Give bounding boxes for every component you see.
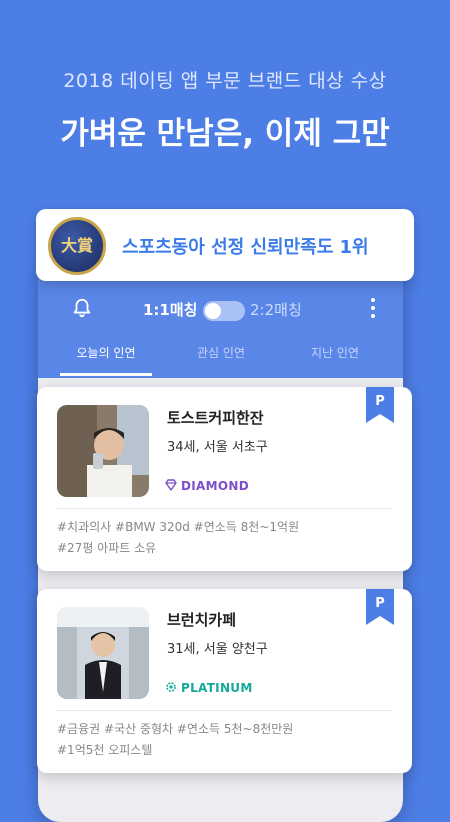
profile-photo[interactable]: [57, 607, 149, 699]
diamond-icon: [165, 479, 177, 491]
profile-tags: #치과의사 #BMW 320d #연소득 8천~1억원 #27평 아파트 소유: [57, 517, 397, 559]
premium-flag: P: [366, 589, 394, 625]
profile-meta: 31세, 서울 양천구: [167, 642, 268, 657]
active-tab-indicator: [60, 373, 152, 376]
match-mode-toggle[interactable]: [203, 301, 245, 321]
profile-card[interactable]: 브런치카페 31세, 서울 양천구 PLATINUM #금융권 #국산 중형차 …: [37, 589, 412, 773]
premium-flag-label: P: [375, 596, 385, 611]
tab-interest[interactable]: 관심 인연: [166, 344, 276, 361]
premium-flag: P: [366, 387, 394, 423]
more-menu-icon[interactable]: [369, 298, 377, 320]
tier-label: DIAMOND: [165, 479, 249, 493]
tags-line: #27평 아파트 소유: [57, 541, 157, 555]
tier-text: DIAMOND: [181, 479, 249, 493]
gear-badge-icon: [166, 682, 176, 692]
tags-line: #1억5천 오피스텔: [57, 743, 153, 757]
match-one-label[interactable]: 1:1매칭: [143, 299, 197, 320]
profile-name: 브런치카페: [167, 611, 237, 629]
premium-flag-label: P: [375, 394, 385, 409]
match-mode-switch: 1:1매칭 2:2매칭: [38, 299, 403, 323]
tags-line: #치과의사 #BMW 320d #연소득 8천~1억원: [57, 520, 300, 534]
tab-past[interactable]: 지난 인연: [280, 344, 390, 361]
medal-label: 大賞: [60, 236, 93, 255]
hero-subtitle: 2018 데이팅 앱 부문 브랜드 대상 수상: [63, 70, 387, 92]
card-divider: [57, 710, 392, 711]
profile-photo[interactable]: [57, 405, 149, 497]
card-divider: [57, 508, 392, 509]
award-medal-icon: 大賞: [48, 217, 106, 275]
tab-today[interactable]: 오늘의 인연: [51, 344, 161, 361]
match-two-label[interactable]: 2:2매칭: [250, 299, 302, 320]
tier-label: PLATINUM: [165, 681, 253, 695]
award-text: 스포츠동아 선정 신뢰만족도 1위: [122, 237, 369, 258]
tier-text: PLATINUM: [181, 681, 253, 695]
award-banner: 大賞 스포츠동아 선정 신뢰만족도 1위: [36, 209, 414, 281]
tags-line: #금융권 #국산 중형차 #연소득 5천~8천만원: [57, 722, 294, 736]
profile-tags: #금융권 #국산 중형차 #연소득 5천~8천만원 #1억5천 오피스텔: [57, 719, 397, 761]
toggle-knob: [205, 303, 221, 319]
profile-card[interactable]: 토스트커피한잔 34세, 서울 서초구 DIAMOND #치과의사 #BMW 3…: [37, 387, 412, 571]
hero-title: 가벼운 만남은, 이제 그만: [60, 116, 390, 152]
profile-name: 토스트커피한잔: [167, 409, 264, 427]
profile-meta: 34세, 서울 서초구: [167, 440, 268, 455]
tab-bar: 오늘의 인연 관심 인연 지난 인연: [38, 344, 403, 378]
